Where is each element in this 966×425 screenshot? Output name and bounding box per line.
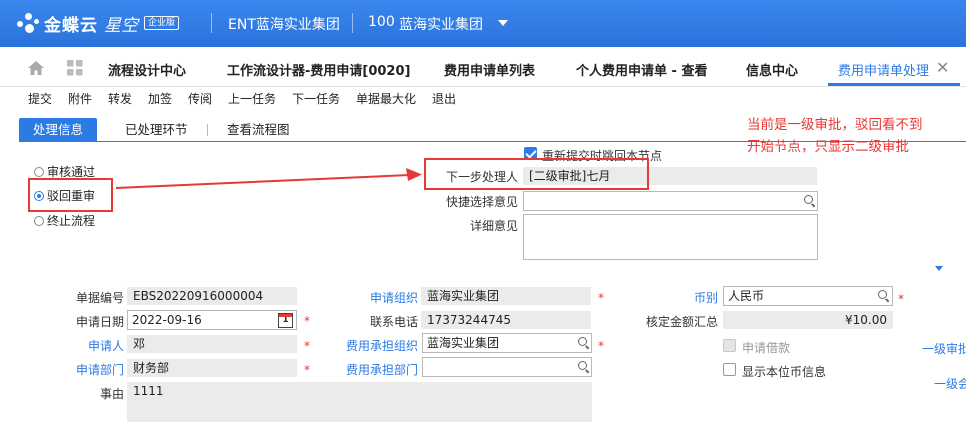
total-field: ¥10.00 bbox=[723, 311, 893, 329]
apply-org-label[interactable]: 申请组织 bbox=[320, 289, 418, 306]
org-name[interactable]: ENT蓝海实业集团 bbox=[228, 14, 340, 34]
cost-org-label[interactable]: 费用承担组织 bbox=[320, 337, 418, 354]
loan-label: 申请借款 bbox=[742, 341, 791, 355]
reason-field[interactable]: 1111 bbox=[127, 382, 592, 422]
tab-expense-list[interactable]: 费用申请单列表 bbox=[444, 60, 535, 79]
next-task-button[interactable]: 下一任务 bbox=[292, 90, 340, 107]
approval-meeting-label[interactable]: 一级会 bbox=[934, 375, 966, 392]
search-icon[interactable] bbox=[578, 361, 587, 370]
logo-icon bbox=[14, 10, 40, 36]
phone-field[interactable]: 17373244745 bbox=[421, 311, 591, 329]
tab-message-center[interactable]: 信息中心 bbox=[746, 60, 798, 79]
radio-terminate[interactable]: 终止流程 bbox=[34, 212, 95, 229]
close-tab-icon[interactable]: ✕ bbox=[936, 58, 949, 77]
highlight-box-next-handler bbox=[424, 158, 649, 190]
logo-product: 星空 bbox=[104, 15, 138, 36]
tab-expense-processing[interactable]: 费用申请单处理 bbox=[838, 60, 929, 79]
maximize-button[interactable]: 单据最大化 bbox=[356, 90, 416, 107]
required-mark: * bbox=[898, 292, 904, 306]
submit-button[interactable]: 提交 bbox=[28, 90, 52, 107]
bill-no-field: EBS20220916000004 bbox=[127, 287, 297, 305]
org-unit[interactable]: 蓝海实业集团 bbox=[399, 14, 483, 34]
collapse-toggle-icon[interactable] bbox=[935, 266, 943, 271]
subtab-processed-steps[interactable]: 已处理环节 bbox=[125, 118, 188, 142]
active-tab-indicator bbox=[828, 83, 960, 86]
dept-label[interactable]: 申请部门 bbox=[50, 361, 124, 378]
divider bbox=[352, 13, 353, 33]
search-icon[interactable] bbox=[804, 195, 813, 204]
calendar-icon[interactable]: 1 bbox=[278, 313, 293, 328]
approval-level-label[interactable]: 一级审批 bbox=[922, 340, 966, 357]
add-signer-button[interactable]: 加签 bbox=[148, 90, 172, 107]
dept-field[interactable]: 财务部 bbox=[127, 359, 297, 377]
annotation-line-1: 当前是一级审批，驳回看不到 bbox=[747, 117, 923, 133]
currency-label[interactable]: 币别 bbox=[640, 289, 718, 306]
required-mark: * bbox=[304, 339, 310, 353]
divider bbox=[207, 124, 208, 136]
circulate-button[interactable]: 传阅 bbox=[188, 90, 212, 107]
required-mark: * bbox=[598, 291, 604, 305]
edition-badge: 企业版 bbox=[144, 16, 180, 30]
cost-dept-label[interactable]: 费用承担部门 bbox=[320, 361, 418, 378]
radio-circle bbox=[34, 166, 44, 177]
quick-opinion-input[interactable] bbox=[523, 191, 818, 211]
show-local-currency-checkbox[interactable] bbox=[723, 363, 736, 376]
attachment-button[interactable]: 附件 bbox=[68, 90, 92, 107]
radio-label: 终止流程 bbox=[47, 214, 96, 228]
required-mark: * bbox=[598, 339, 604, 353]
annotation-text: 当前是一级审批，驳回看不到 开始节点，只显示二级审批 bbox=[747, 114, 923, 158]
search-icon[interactable] bbox=[578, 337, 587, 346]
phone-label: 联系电话 bbox=[369, 315, 418, 329]
tab-process-design-center[interactable]: 流程设计中心 bbox=[108, 60, 186, 79]
applicant-field[interactable]: 邓 bbox=[127, 335, 297, 353]
detail-opinion-label: 详细意见 bbox=[469, 219, 518, 233]
forward-button[interactable]: 转发 bbox=[108, 90, 132, 107]
total-label: 核定金额汇总 bbox=[645, 315, 718, 329]
subtab-view-flowchart[interactable]: 查看流程图 bbox=[227, 118, 290, 142]
apply-org-field[interactable]: 蓝海实业集团 bbox=[421, 287, 591, 305]
app-logo[interactable]: 金蝶云 星空 企业版 bbox=[14, 10, 180, 36]
search-icon[interactable] bbox=[878, 290, 887, 299]
currency-input[interactable]: 人民币 bbox=[723, 286, 893, 306]
loan-checkbox bbox=[723, 339, 736, 352]
top-header: 金蝶云 星空 企业版 ENT蓝海实业集团 100 蓝海实业集团 bbox=[0, 0, 966, 47]
show-local-currency-label: 显示本位币信息 bbox=[742, 365, 827, 379]
subtab-process-info[interactable]: 处理信息 bbox=[19, 118, 98, 142]
highlight-box-reject bbox=[28, 178, 113, 212]
home-icon[interactable] bbox=[27, 60, 45, 76]
apply-date-label: 申请日期 bbox=[75, 315, 124, 329]
org-code[interactable]: 100 bbox=[368, 14, 395, 30]
required-mark: * bbox=[304, 363, 310, 377]
cost-dept-input[interactable] bbox=[422, 357, 592, 377]
detail-opinion-textarea[interactable] bbox=[523, 214, 818, 260]
divider bbox=[211, 13, 212, 33]
bill-no-label: 单据编号 bbox=[75, 291, 124, 305]
apps-grid-icon[interactable] bbox=[67, 60, 83, 76]
tab-personal-expense-view[interactable]: 个人费用申请单 - 查看 bbox=[576, 60, 707, 79]
tab-workflow-designer[interactable]: 工作流设计器-费用申请[0020] bbox=[227, 60, 410, 79]
cost-org-input[interactable]: 蓝海实业集团 bbox=[422, 333, 592, 353]
annotation-line-2: 开始节点，只显示二级审批 bbox=[747, 139, 909, 155]
org-dropdown-icon[interactable] bbox=[498, 20, 508, 26]
reason-label: 事由 bbox=[99, 387, 124, 401]
radio-circle bbox=[34, 215, 44, 226]
logo-text: 金蝶云 bbox=[44, 15, 98, 36]
quick-opinion-label: 快捷选择意见 bbox=[445, 195, 518, 209]
prev-task-button[interactable]: 上一任务 bbox=[228, 90, 276, 107]
required-mark: * bbox=[304, 314, 310, 328]
exit-button[interactable]: 退出 bbox=[432, 90, 456, 107]
applicant-label[interactable]: 申请人 bbox=[50, 337, 124, 354]
annotation-arrow bbox=[115, 168, 422, 189]
apply-date-input[interactable]: 2022-09-16 bbox=[127, 310, 297, 330]
tab-bar: 流程设计中心 工作流设计器-费用申请[0020] 费用申请单列表 个人费用申请单… bbox=[0, 47, 966, 87]
